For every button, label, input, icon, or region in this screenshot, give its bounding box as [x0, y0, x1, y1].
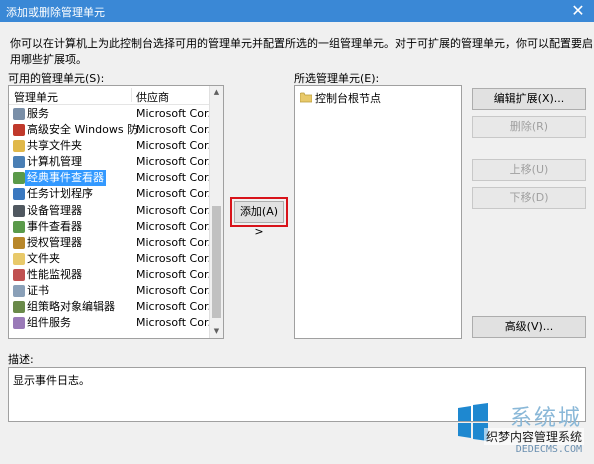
firewall-icon [13, 124, 25, 137]
snapin-name: 经典事件查看器 [25, 170, 106, 187]
clock-icon [13, 188, 25, 201]
column-header-vendor[interactable]: 供应商 [136, 89, 169, 105]
snapin-vendor: Microsoft Cor... [136, 139, 218, 153]
snapin-vendor: Microsoft Cor... [136, 171, 218, 185]
folder-icon [300, 92, 312, 103]
snapin-vendor: Microsoft Cor... [136, 284, 218, 298]
snapin-vendor: Microsoft Cor... [136, 300, 218, 314]
edit-extensions-button[interactable]: 编辑扩展(X)... [472, 88, 586, 110]
snapin-name: 任务计划程序 [27, 187, 93, 201]
snapin-vendor: Microsoft Cor... [136, 316, 218, 330]
event-viewer-icon [13, 220, 25, 233]
snapin-name: 计算机管理 [27, 155, 82, 169]
watermark-url: DEDECMS.COM [515, 444, 582, 455]
add-button[interactable]: 添加(A) > [234, 201, 284, 238]
snapin-vendor: Microsoft Cor... [136, 219, 218, 233]
snapin-name: 授权管理器 [27, 235, 82, 249]
snapin-vendor: Microsoft Cor... [136, 267, 218, 281]
move-down-button[interactable]: 下移(D) [472, 187, 586, 209]
title-bar: 添加或删除管理单元 ✕ [0, 0, 594, 22]
snapin-row[interactable]: 设备管理器 Microsoft Cor... [9, 203, 218, 219]
snapin-name: 证书 [27, 284, 49, 298]
snapin-row[interactable]: 经典事件查看器 Microsoft Cor... [9, 170, 218, 187]
snapin-name: 组策略对象编辑器 [27, 300, 115, 314]
vertical-scrollbar[interactable]: ▲ ▼ [209, 86, 223, 338]
selected-snapins-list[interactable]: 控制台根节点 [294, 85, 462, 339]
certificate-icon [13, 285, 25, 298]
snapin-vendor: Microsoft Cor... [136, 251, 218, 265]
description-text: 显示事件日志。 [13, 374, 90, 387]
group-policy-icon [13, 301, 25, 314]
snapin-rows: 服务 Microsoft Cor... 高级安全 Windows 防... Micro… [9, 106, 218, 331]
snapin-vendor: Microsoft Cor... [136, 203, 218, 217]
snapin-row[interactable]: 高级安全 Windows 防... Microsoft Cor... [9, 122, 218, 138]
move-up-button[interactable]: 上移(U) [472, 159, 586, 181]
remove-button[interactable]: 删除(R) [472, 116, 586, 138]
snapin-row[interactable]: 事件查看器 Microsoft Cor... [9, 219, 218, 235]
snapin-name: 高级安全 Windows 防... [27, 123, 149, 137]
scroll-thumb[interactable] [212, 206, 221, 318]
column-separator[interactable] [131, 88, 132, 102]
snapin-row[interactable]: 文件夹 Microsoft Cor... [9, 251, 218, 267]
snapin-vendor: Microsoft Cor... [136, 155, 218, 169]
snapin-row[interactable]: 任务计划程序 Microsoft Cor... [9, 186, 218, 202]
snapin-vendor: Microsoft Cor... [136, 187, 218, 201]
column-header-name[interactable]: 管理单元 [14, 89, 58, 105]
event-viewer-icon [13, 172, 25, 185]
snapin-vendor: Microsoft Cor... [136, 123, 218, 137]
snapin-row[interactable]: 性能监视器 Microsoft Cor... [9, 267, 218, 283]
watermark-tagline: 织梦内容管理系统 [483, 428, 584, 445]
selected-snapins-label: 所选管理单元(E): [294, 72, 380, 85]
authorization-icon [13, 236, 25, 249]
console-root-label: 控制台根节点 [315, 92, 381, 105]
performance-icon [13, 268, 25, 281]
device-manager-icon [13, 204, 25, 217]
snapin-name: 事件查看器 [27, 219, 82, 233]
folder-icon [13, 252, 25, 265]
snapin-row[interactable]: 组件服务 Microsoft Cor... [9, 315, 218, 331]
snapin-name: 文件夹 [27, 251, 60, 265]
snapin-name: 共享文件夹 [27, 139, 82, 153]
snapin-name: 组件服务 [27, 316, 71, 330]
snapin-row[interactable]: 证书 Microsoft Cor... [9, 283, 218, 299]
available-snapins-label: 可用的管理单元(S): [8, 72, 105, 85]
close-icon[interactable]: ✕ [568, 1, 588, 21]
window-title: 添加或删除管理单元 [6, 6, 105, 19]
snapin-row[interactable]: 计算机管理 Microsoft Cor... [9, 154, 218, 170]
snapin-name: 设备管理器 [27, 203, 82, 217]
snapin-row[interactable]: 共享文件夹 Microsoft Cor... [9, 138, 218, 154]
list-header: 管理单元 供应商 [9, 86, 211, 105]
snapin-row[interactable]: 授权管理器 Microsoft Cor... [9, 235, 218, 251]
snapin-name: 性能监视器 [27, 267, 82, 281]
intro-text: 你可以在计算机上为此控制台选择可用的管理单元并配置所选的一组管理单元。对于可扩展… [10, 37, 593, 66]
snapin-vendor: Microsoft Cor... [136, 235, 218, 249]
available-snapins-list[interactable]: 管理单元 供应商 服务 Microsoft Cor... 高级安全 Windows … [8, 85, 224, 339]
advanced-button[interactable]: 高级(V)... [472, 316, 586, 338]
shared-folder-icon [13, 140, 25, 153]
services-icon [13, 108, 25, 120]
scroll-down-icon[interactable]: ▼ [210, 325, 223, 338]
computer-management-icon [13, 156, 25, 169]
snapin-row[interactable]: 组策略对象编辑器 Microsoft Cor... [9, 299, 218, 315]
snapin-name: 服务 [27, 107, 49, 120]
description-label: 描述: [8, 353, 34, 366]
component-services-icon [13, 317, 25, 330]
scroll-up-icon[interactable]: ▲ [210, 86, 223, 99]
watermark: 系统城 织梦内容管理系统 DEDECMS.COM [450, 398, 590, 462]
snapin-vendor: Microsoft Cor... [136, 107, 218, 120]
snapin-row[interactable]: 服务 Microsoft Cor... [9, 106, 218, 122]
console-root-node[interactable]: 控制台根节点 [300, 90, 381, 106]
